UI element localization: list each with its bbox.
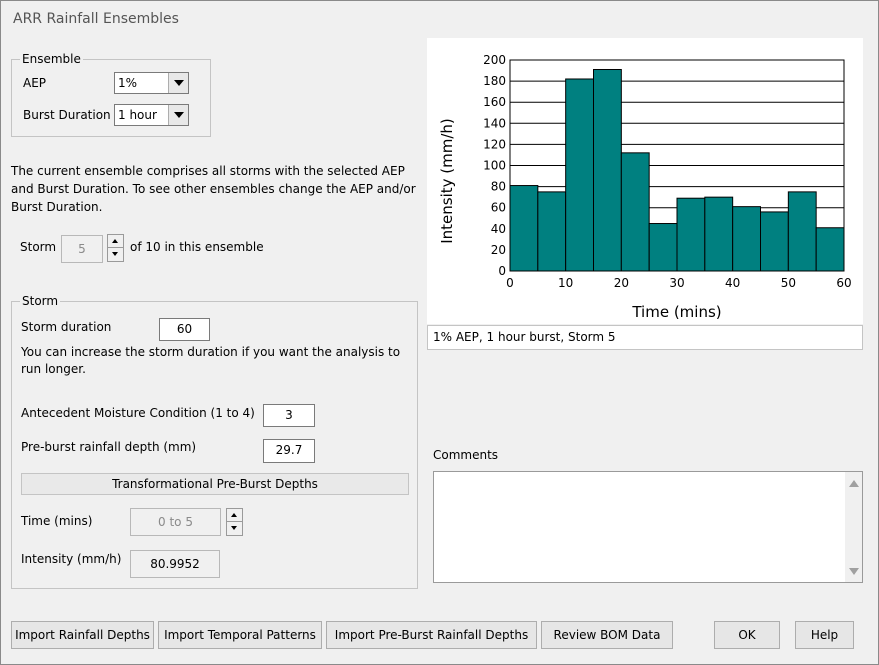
import-rainfall-depths-button[interactable]: Import Rainfall Depths bbox=[11, 621, 154, 649]
intensity-label: Intensity (mm/h) bbox=[21, 552, 122, 566]
comments-textarea[interactable] bbox=[433, 471, 863, 583]
storm-count-text: of 10 in this ensemble bbox=[130, 240, 264, 254]
rainfall-chart-svg: 0 20 40 60 80 100 120 140 160 180 200 0 10 20 30 40 50 6… bbox=[438, 53, 852, 321]
chart-x-tick-label: 50 bbox=[781, 276, 796, 290]
aep-combo[interactable]: 1% bbox=[114, 72, 189, 94]
preburst-depth-field[interactable]: 29.7 bbox=[263, 439, 315, 463]
burst-duration-value: 1 hour bbox=[118, 108, 157, 122]
intensity-value: 80.9952 bbox=[130, 550, 220, 578]
chart-bar bbox=[787, 191, 817, 272]
amc-field[interactable]: 3 bbox=[263, 404, 315, 427]
chart-bar bbox=[815, 227, 845, 272]
chart-bar bbox=[732, 206, 761, 272]
chart-bar bbox=[760, 211, 789, 272]
spin-up-icon[interactable] bbox=[227, 509, 242, 522]
preburst-depth-label: Pre-burst rainfall depth (mm) bbox=[21, 440, 197, 454]
chart-y-tick-label: 60 bbox=[491, 201, 506, 215]
chevron-down-icon[interactable] bbox=[168, 105, 188, 125]
storm-duration-field[interactable]: 60 bbox=[159, 318, 210, 341]
storm-duration-note: You can increase the storm duration if y… bbox=[21, 345, 401, 376]
storm-number-spinner[interactable] bbox=[107, 234, 124, 262]
chart-x-tick-label: 40 bbox=[725, 276, 740, 290]
import-temporal-patterns-button[interactable]: Import Temporal Patterns bbox=[158, 621, 322, 649]
ensemble-description: The current ensemble comprises all storm… bbox=[11, 164, 416, 214]
chart-y-tick-label: 180 bbox=[483, 74, 506, 88]
storm-legend: Storm bbox=[20, 294, 61, 308]
chart-y-tick-label: 40 bbox=[491, 222, 506, 236]
storm-selector-label: Storm bbox=[20, 240, 57, 254]
transformational-preburst-button[interactable]: Transformational Pre-Burst Depths bbox=[21, 473, 409, 495]
time-spinner[interactable] bbox=[226, 508, 243, 536]
comments-label: Comments bbox=[433, 448, 499, 462]
chart-y-tick-label: 140 bbox=[483, 116, 506, 130]
ok-button[interactable]: OK bbox=[714, 621, 780, 649]
chart-y-tick-label: 160 bbox=[483, 95, 506, 109]
spin-down-icon[interactable] bbox=[227, 522, 242, 535]
chart-bar bbox=[704, 196, 734, 272]
chart-caption: 1% AEP, 1 hour burst, Storm 5 bbox=[427, 325, 863, 350]
dialog-window: ARR Rainfall Ensembles Ensemble AEP 1% B… bbox=[0, 0, 879, 665]
spin-up-icon[interactable] bbox=[108, 235, 123, 248]
storm-duration-label: Storm duration bbox=[21, 320, 112, 334]
review-bom-data-button[interactable]: Review BOM Data bbox=[541, 621, 673, 649]
chart-bar bbox=[676, 197, 706, 272]
chart-y-tick-label: 200 bbox=[483, 53, 506, 67]
chart-bar bbox=[620, 152, 650, 272]
chart-x-tick-label: 30 bbox=[669, 276, 684, 290]
chart-x-tick-label: 10 bbox=[558, 276, 573, 290]
aep-value: 1% bbox=[118, 76, 138, 90]
chart-bar bbox=[593, 68, 622, 272]
chart-bar bbox=[565, 78, 595, 272]
burst-duration-label: Burst Duration bbox=[23, 108, 111, 122]
rainfall-chart: 0 20 40 60 80 100 120 140 160 180 200 0 10 20 30 40 50 6… bbox=[427, 38, 863, 324]
chart-y-axis-label: Intensity (mm/h) bbox=[438, 118, 456, 244]
import-preburst-depths-button[interactable]: Import Pre-Burst Rainfall Depths bbox=[326, 621, 537, 649]
chart-y-tick-label: 100 bbox=[483, 159, 506, 173]
chart-y-tick-label: 20 bbox=[491, 243, 506, 257]
chart-y-tick-label: 120 bbox=[483, 137, 506, 151]
chevron-down-icon[interactable] bbox=[168, 73, 188, 93]
title-bar: ARR Rainfall Ensembles bbox=[1, 1, 878, 39]
burst-duration-combo[interactable]: 1 hour bbox=[114, 104, 189, 126]
chart-x-tick-label: 0 bbox=[506, 276, 514, 290]
spin-down-icon[interactable] bbox=[108, 248, 123, 261]
aep-label: AEP bbox=[23, 76, 47, 90]
chart-bar bbox=[509, 185, 539, 272]
amc-label: Antecedent Moisture Condition (1 to 4) bbox=[21, 406, 255, 420]
window-title: ARR Rainfall Ensembles bbox=[13, 11, 179, 27]
chart-y-tick-label: 80 bbox=[491, 180, 506, 194]
time-field[interactable]: 0 to 5 bbox=[130, 508, 221, 536]
comments-scrollbar[interactable] bbox=[845, 472, 862, 582]
time-label: Time (mins) bbox=[21, 514, 93, 528]
ensemble-legend: Ensemble bbox=[20, 52, 83, 66]
chart-x-tick-label: 60 bbox=[836, 276, 851, 290]
chart-bar bbox=[537, 191, 567, 272]
help-button[interactable]: Help bbox=[795, 621, 854, 649]
chart-y-tick-label: 0 bbox=[498, 264, 506, 278]
chart-x-tick-label: 20 bbox=[614, 276, 629, 290]
chart-x-axis-label: Time (mins) bbox=[631, 303, 721, 321]
storm-number-field[interactable]: 5 bbox=[61, 235, 103, 263]
chart-bar bbox=[648, 223, 678, 272]
